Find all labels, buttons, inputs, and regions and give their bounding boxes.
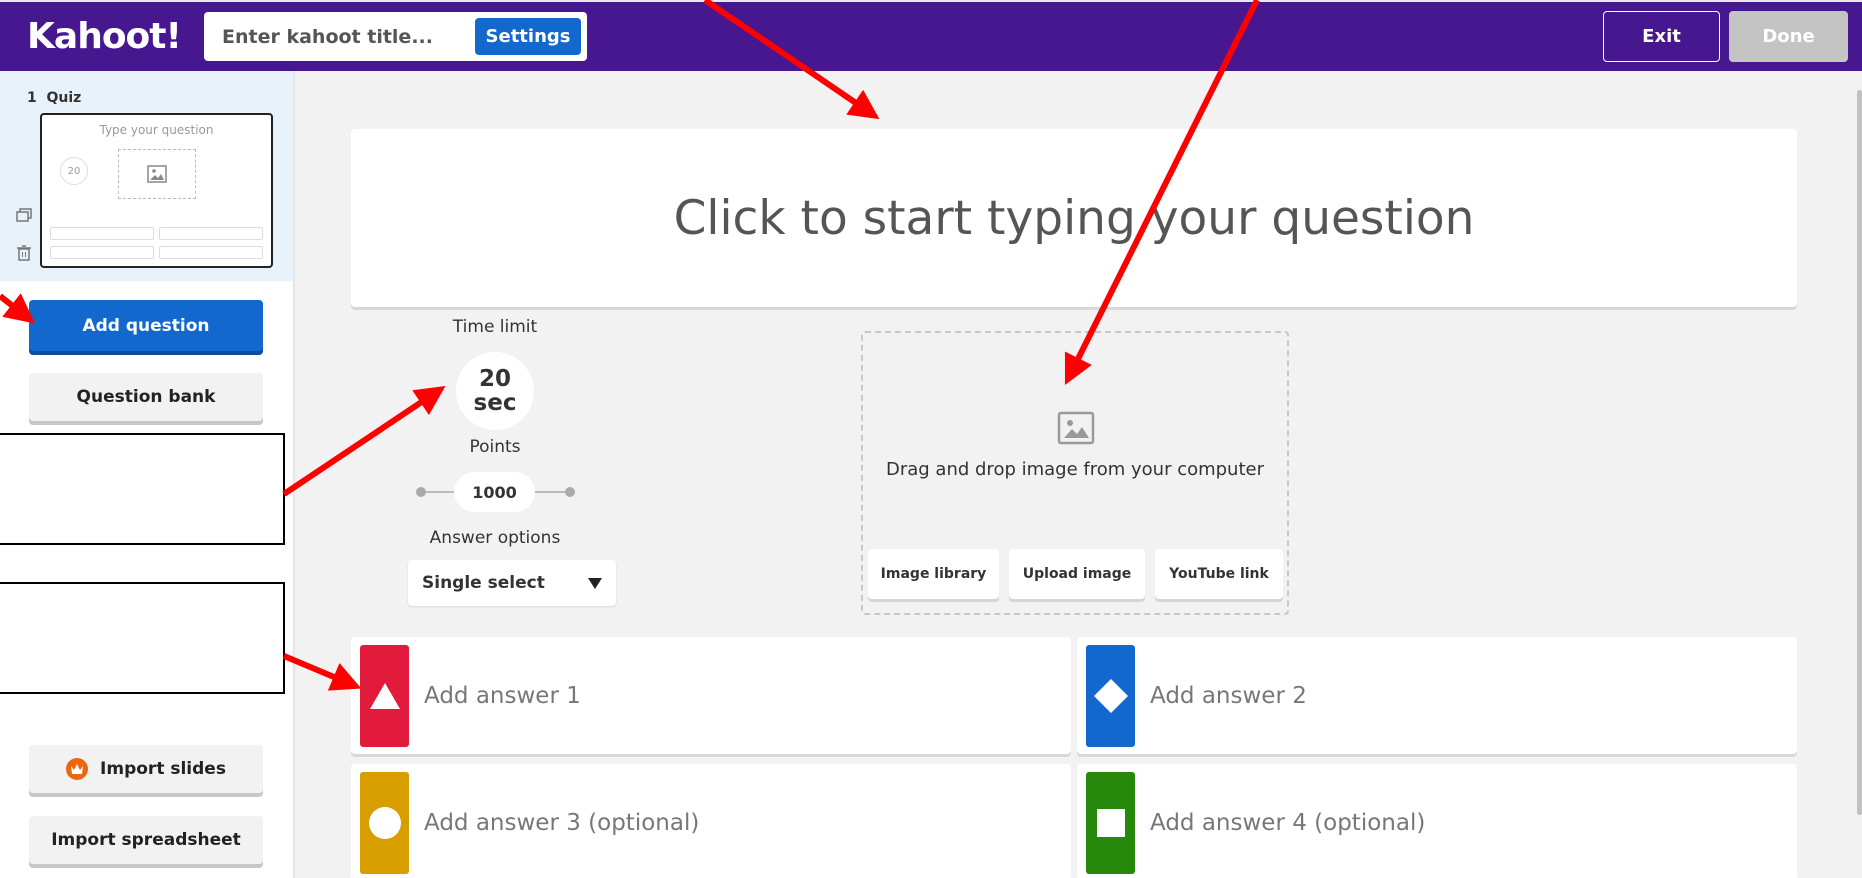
square-icon <box>1096 809 1125 837</box>
slide-type: Quiz <box>46 90 82 106</box>
annotation-arrow <box>282 653 362 691</box>
settings-button[interactable]: Settings <box>475 18 581 55</box>
question-placeholder: Click to start typing your question <box>673 190 1475 246</box>
thumbnail-answer <box>159 246 263 259</box>
diamond-icon <box>1093 679 1128 713</box>
crown-icon <box>66 758 89 780</box>
answer-1[interactable]: Add answer 1 <box>351 637 1071 754</box>
annotation-box <box>0 433 285 545</box>
drop-instruction: Drag and drop image from your computer <box>885 459 1265 480</box>
title-field[interactable]: Settings <box>204 12 587 61</box>
youtube-link-button[interactable]: YouTube link <box>1155 549 1283 599</box>
import-slides-label: Import slides <box>100 759 226 779</box>
import-slides-button[interactable]: Import slides <box>29 745 263 793</box>
slide-list: 1 Quiz Type your question 20 <box>0 71 293 281</box>
upload-image-button[interactable]: Upload image <box>1009 549 1145 599</box>
answer-options-label: Answer options <box>429 528 561 548</box>
time-limit-selector[interactable]: 20 sec <box>456 352 534 430</box>
thumbnail-image-placeholder <box>118 149 196 199</box>
question-input[interactable]: Click to start typing your question <box>351 129 1797 307</box>
thumbnail-timer: 20 <box>60 157 88 185</box>
time-value: 20 <box>478 366 511 392</box>
kahoot-title-input[interactable] <box>222 12 472 61</box>
points-selector[interactable]: 1000 <box>454 472 535 512</box>
time-unit: sec <box>473 390 517 416</box>
image-icon <box>1057 411 1095 445</box>
answer-options-value: Single select <box>422 573 545 593</box>
top-bar: Kahoot! Settings Exit Done <box>0 0 1862 71</box>
image-dropzone[interactable]: Drag and drop image from your computer I… <box>861 331 1289 615</box>
thumbnail-answer <box>50 227 154 240</box>
slide-label: 1 Quiz <box>27 90 81 106</box>
answer-2-color <box>1086 645 1135 747</box>
thumbnail-answer <box>50 246 154 259</box>
caret-down-icon <box>588 578 602 589</box>
slide-number: 1 <box>27 90 37 106</box>
delete-icon[interactable] <box>15 244 33 262</box>
circle-icon <box>368 807 401 839</box>
add-question-button[interactable]: Add question <box>29 300 263 351</box>
points-label: Points <box>469 437 521 457</box>
image-library-button[interactable]: Image library <box>868 549 999 599</box>
import-spreadsheet-button[interactable]: Import spreadsheet <box>29 816 263 864</box>
slide-thumbnail[interactable]: Type your question 20 <box>40 113 273 268</box>
thumbnail-answer <box>159 227 263 240</box>
answer-3-color <box>360 772 409 874</box>
annotation-arrow <box>282 385 446 497</box>
answer-4-color <box>1086 772 1135 874</box>
duplicate-icon[interactable] <box>15 206 33 224</box>
answer-1-placeholder: Add answer 1 <box>424 682 581 709</box>
answer-3-placeholder: Add answer 3 (optional) <box>424 809 700 836</box>
answer-2-placeholder: Add answer 2 <box>1150 682 1307 709</box>
exit-button[interactable]: Exit <box>1603 11 1720 62</box>
answer-1-color <box>360 645 409 747</box>
annotation-box <box>0 582 285 694</box>
answer-2[interactable]: Add answer 2 <box>1077 637 1797 754</box>
time-limit-label: Time limit <box>452 317 538 337</box>
done-button[interactable]: Done <box>1729 11 1848 62</box>
answer-4-placeholder: Add answer 4 (optional) <box>1150 809 1426 836</box>
scrollbar[interactable] <box>1857 90 1862 815</box>
answer-options-dropdown[interactable]: Single select <box>408 560 616 606</box>
answer-4[interactable]: Add answer 4 (optional) <box>1077 764 1797 878</box>
kahoot-logo[interactable]: Kahoot! <box>27 16 182 57</box>
answer-3[interactable]: Add answer 3 (optional) <box>351 764 1071 878</box>
thumbnail-question: Type your question <box>99 123 214 137</box>
points-slider-max[interactable] <box>565 487 575 497</box>
image-icon <box>147 165 167 183</box>
triangle-icon <box>369 683 400 709</box>
points-slider-min[interactable] <box>416 487 426 497</box>
question-bank-button[interactable]: Question bank <box>29 373 263 421</box>
